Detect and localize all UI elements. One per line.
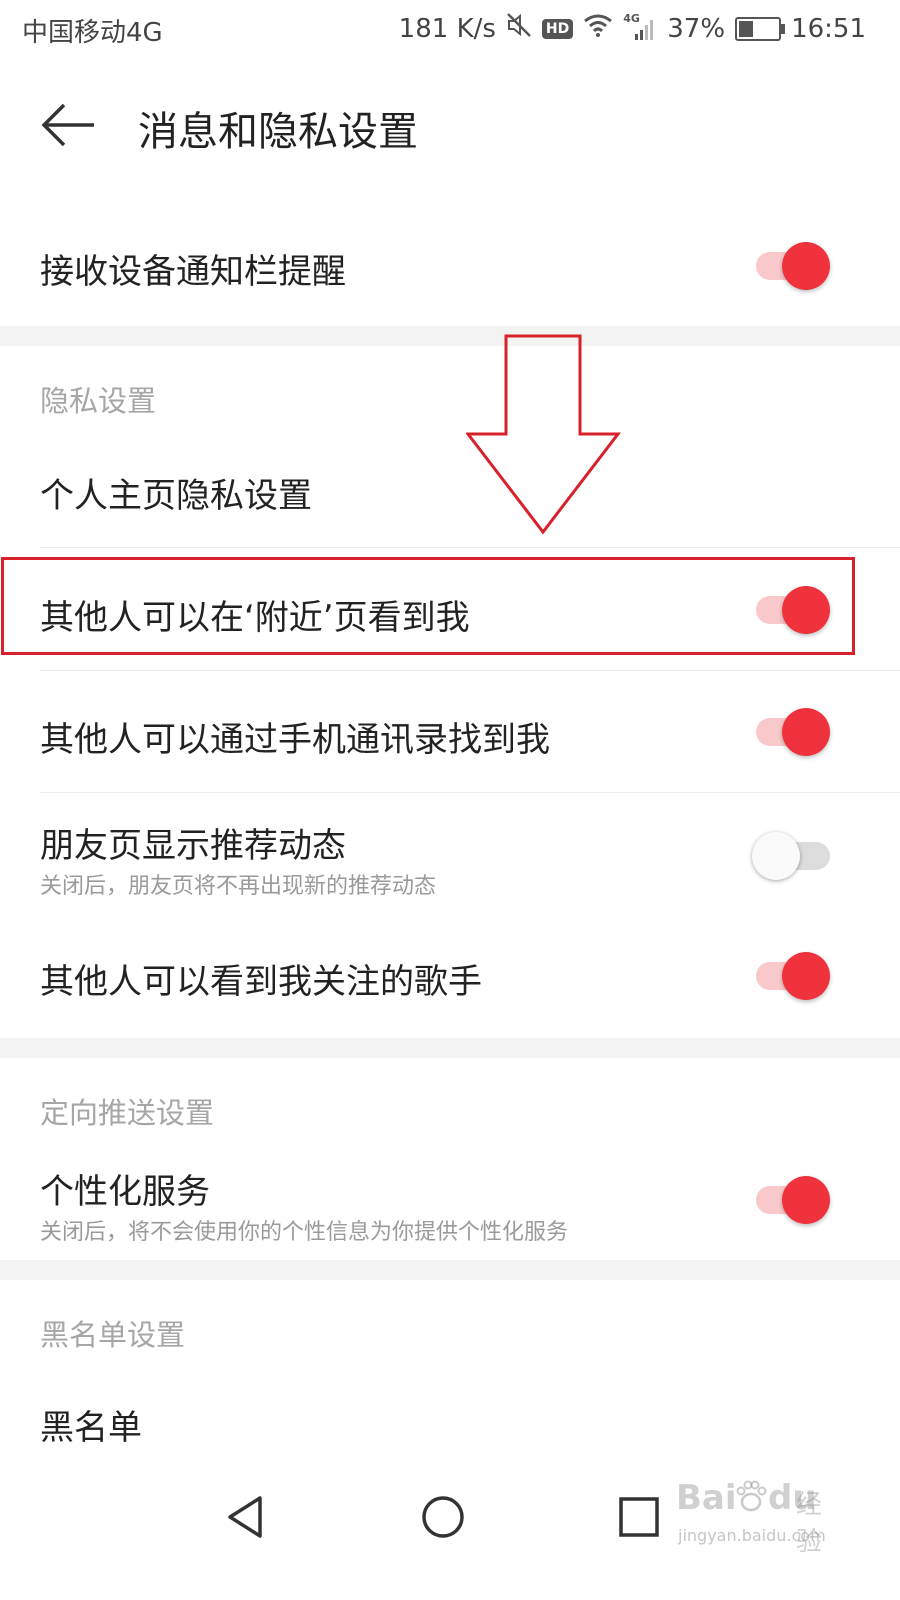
toggle-knob xyxy=(782,952,830,1000)
nav-home-icon xyxy=(422,1496,464,1538)
blacklist-row[interactable]: 黑名单 xyxy=(0,1370,900,1470)
personalized-service-toggle[interactable] xyxy=(752,1176,836,1224)
clock: 16:51 xyxy=(791,13,866,44)
nav-recents-button[interactable] xyxy=(614,1492,664,1542)
section-divider xyxy=(0,326,900,346)
row-divider xyxy=(40,792,900,793)
wifi-icon xyxy=(583,13,613,44)
row-divider xyxy=(40,670,900,671)
toggle-knob xyxy=(782,242,830,290)
page-title: 消息和隐私设置 xyxy=(138,109,418,155)
toggle-knob xyxy=(782,708,830,756)
recommended-feed-label: 朋友页显示推荐动态 xyxy=(40,826,346,866)
notification-label: 接收设备通知栏提醒 xyxy=(40,252,346,292)
battery-percent: 37% xyxy=(667,13,726,44)
blacklist-section-title: 黑名单设置 xyxy=(40,1318,186,1352)
notification-row[interactable]: 接收设备通知栏提醒 xyxy=(0,216,900,324)
personalized-service-row[interactable]: 个性化服务 关闭后，将不会使用你的个性信息为你提供个性化服务 xyxy=(0,1148,900,1258)
recommended-feed-row[interactable]: 朋友页显示推荐动态 关闭后，朋友页将不再出现新的推荐动态 xyxy=(0,800,900,918)
app-header: 消息和隐私设置 xyxy=(0,75,900,175)
baidu-jingyan-watermark: Bai du 经验 jingyan.baidu.com xyxy=(676,1470,846,1560)
contacts-findable-toggle[interactable] xyxy=(752,708,836,756)
hd-icon: HD xyxy=(541,18,574,39)
recommended-feed-sub: 关闭后，朋友页将不再出现新的推荐动态 xyxy=(40,874,437,899)
watermark-url: jingyan.baidu.com xyxy=(678,1526,826,1545)
carrier-label: 中国移动4G xyxy=(22,18,163,48)
annotation-highlight-box xyxy=(1,557,855,655)
nav-recents-icon xyxy=(619,1497,659,1537)
notification-toggle[interactable] xyxy=(752,242,836,290)
followed-singers-row[interactable]: 其他人可以看到我关注的歌手 xyxy=(0,924,900,1032)
toggle-knob xyxy=(782,1176,830,1224)
homepage-privacy-label: 个人主页隐私设置 xyxy=(40,476,312,516)
status-bar: 中国移动4G 181 K/s HD 4G 37% 16:51 xyxy=(0,0,900,62)
personalized-service-label: 个性化服务 xyxy=(40,1172,210,1212)
settings-page: 中国移动4G 181 K/s HD 4G 37% 16:51 消息和隐私设置 接… xyxy=(0,0,900,1600)
recommended-feed-toggle[interactable] xyxy=(752,832,836,880)
nav-home-button[interactable] xyxy=(418,1492,468,1542)
toggle-knob xyxy=(752,832,800,880)
followed-singers-toggle[interactable] xyxy=(752,952,836,1000)
section-divider xyxy=(0,1260,900,1280)
contacts-findable-row[interactable]: 其他人可以通过手机通讯录找到我 xyxy=(0,682,900,790)
battery-icon xyxy=(735,16,786,41)
nav-back-button[interactable] xyxy=(222,1492,272,1542)
network-speed: 181 K/s xyxy=(398,13,496,44)
privacy-section-title: 隐私设置 xyxy=(40,384,157,418)
paw-icon xyxy=(734,1480,768,1518)
back-button[interactable] xyxy=(38,95,102,155)
followed-singers-label: 其他人可以看到我关注的歌手 xyxy=(40,962,482,1002)
watermark-tag: 经验 xyxy=(796,1490,823,1557)
homepage-privacy-row[interactable]: 个人主页隐私设置 xyxy=(0,440,900,546)
watermark-brand: Bai xyxy=(676,1478,737,1518)
status-icons: 181 K/s HD 4G 37% 16:51 xyxy=(399,12,866,45)
contacts-findable-label: 其他人可以通过手机通讯录找到我 xyxy=(40,720,550,760)
signal-icon: 4G xyxy=(623,12,657,42)
mute-icon xyxy=(506,12,532,45)
row-divider xyxy=(40,547,900,548)
battery-fill xyxy=(739,20,754,37)
annotation-down-arrow xyxy=(466,334,622,535)
personalized-service-sub: 关闭后，将不会使用你的个性信息为你提供个性化服务 xyxy=(40,1220,569,1245)
blacklist-label: 黑名单 xyxy=(40,1408,142,1448)
nav-back-icon xyxy=(228,1496,262,1538)
section-divider xyxy=(0,1038,900,1058)
arrow-left-icon xyxy=(41,103,94,147)
targeted-section-title: 定向推送设置 xyxy=(40,1096,215,1130)
